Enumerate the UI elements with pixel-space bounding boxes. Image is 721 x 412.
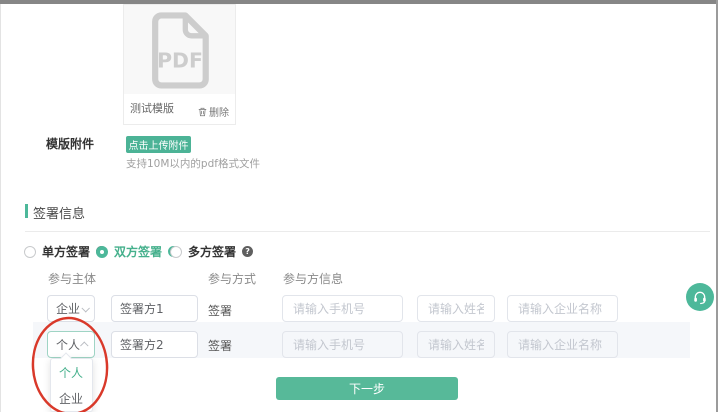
help-icon[interactable]: ?: [242, 246, 253, 257]
radio-label: 双方签署: [114, 243, 162, 260]
radio-two-party[interactable]: 双方签署 ?: [96, 243, 179, 260]
phone-input-row1[interactable]: [282, 295, 403, 322]
headset-icon: [692, 289, 708, 305]
section-accent-bar: [25, 204, 28, 218]
column-header-subject: 参与主体: [48, 270, 96, 287]
subject-select-row2[interactable]: 个人: [47, 331, 95, 358]
pdf-file-icon: PDF: [148, 11, 212, 89]
chevron-up-icon: [80, 341, 88, 349]
uploaded-file-card: PDF 测试模版 删除: [123, 4, 236, 125]
radio-circle[interactable]: [24, 246, 36, 258]
subject-dropdown-menu: 个人 企业: [50, 358, 93, 412]
file-name: 测试模版: [130, 100, 174, 116]
pdf-thumbnail: PDF: [124, 5, 235, 94]
pdf-badge-text: PDF: [157, 48, 203, 72]
upload-attachment-button[interactable]: 点击上传附件: [126, 136, 191, 153]
window-right-border: [716, 0, 718, 412]
method-label-row2: 签署: [208, 337, 232, 354]
name-input-row1[interactable]: [417, 295, 495, 322]
radio-label: 多方签署: [188, 243, 236, 260]
method-label-row1: 签署: [208, 302, 232, 319]
party-name-input-row2[interactable]: [111, 331, 198, 358]
section-title: 签署信息: [33, 203, 85, 222]
subject-select-value: 个人: [56, 336, 80, 353]
phone-input-row2[interactable]: [282, 331, 403, 358]
customer-service-button[interactable]: [686, 283, 714, 311]
radio-label: 单方签署: [42, 243, 90, 260]
radio-multi-party[interactable]: 多方签署 ?: [170, 243, 253, 260]
next-step-button[interactable]: 下一步: [276, 377, 458, 400]
dropdown-option-personal[interactable]: 个人: [51, 359, 92, 385]
dropdown-option-company[interactable]: 企业: [51, 385, 92, 411]
delete-file-button[interactable]: 删除: [198, 104, 229, 119]
radio-circle[interactable]: [170, 246, 182, 258]
window-left-border: [0, 4, 1, 412]
delete-file-label: 删除: [209, 104, 229, 119]
subject-select-row1[interactable]: 企业: [47, 295, 95, 322]
chevron-down-icon: [81, 304, 89, 312]
company-input-row2[interactable]: [507, 331, 618, 358]
column-header-method: 参与方式: [208, 270, 256, 287]
upload-hint-text: 支持10M以内的pdf格式文件: [126, 156, 260, 171]
window-top-border: [0, 0, 718, 4]
party-name-input-row1[interactable]: [111, 295, 198, 322]
radio-circle-selected[interactable]: [96, 246, 108, 258]
name-input-row2[interactable]: [417, 331, 495, 358]
company-input-row1[interactable]: [507, 295, 618, 322]
radio-single-party[interactable]: 单方签署 ?: [24, 243, 107, 260]
column-header-info: 参与方信息: [283, 270, 343, 287]
trash-icon: [198, 107, 207, 117]
template-sign-setup-page: PDF 测试模版 删除 模版附件 点击上传附件 支持10M以内的pdf格式文件 …: [0, 0, 721, 412]
template-attachment-label: 模版附件: [46, 135, 94, 152]
section-divider: [25, 231, 710, 232]
subject-select-value: 企业: [56, 300, 80, 317]
